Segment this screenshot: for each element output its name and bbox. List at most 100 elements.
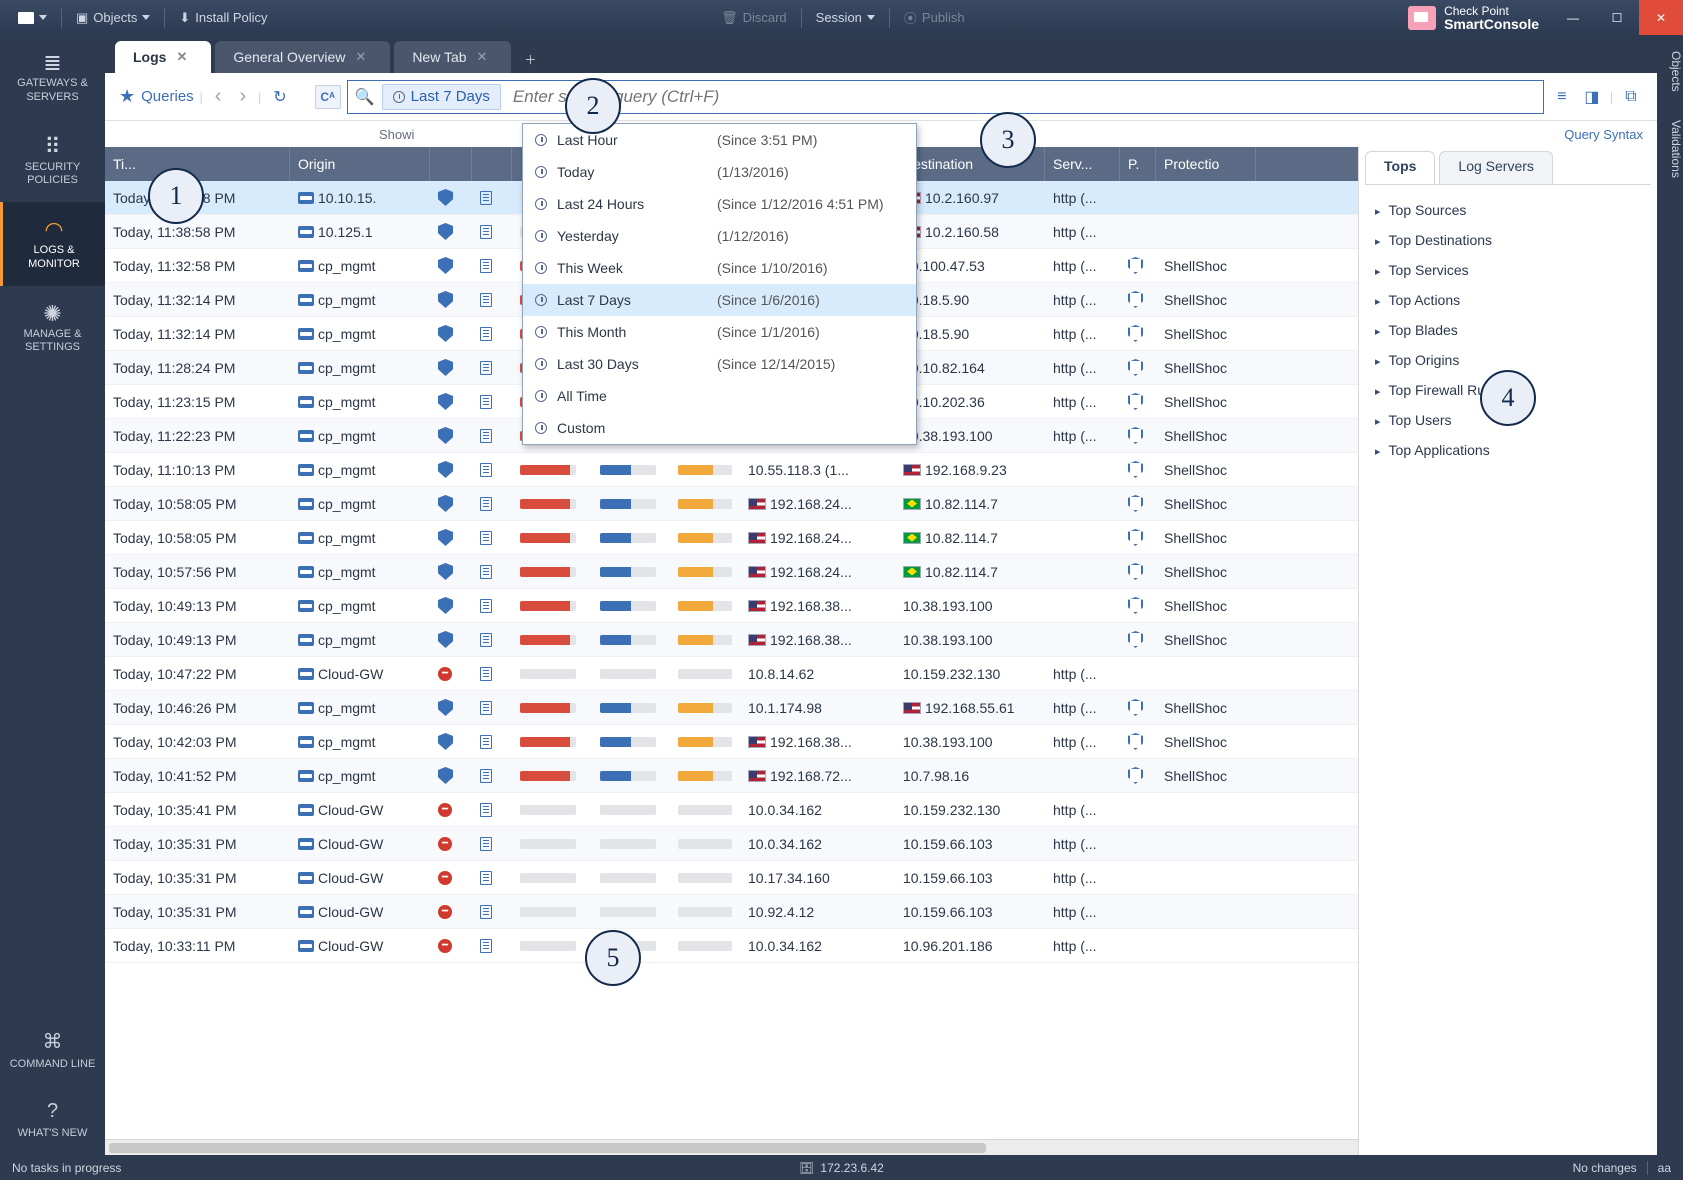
popout-icon[interactable]: ⧉ (1619, 85, 1643, 109)
flag-icon (748, 498, 766, 510)
block-icon: ━ (438, 803, 452, 817)
col-p[interactable]: P. (1120, 147, 1156, 181)
window-minimize[interactable]: — (1551, 0, 1595, 35)
col-protection[interactable]: Protectio (1156, 147, 1256, 181)
nav-manage[interactable]: ✺MANAGE & SETTINGS (0, 286, 105, 370)
shield-icon (438, 699, 453, 716)
new-tab-button[interactable]: ＋ (515, 45, 545, 73)
block-icon: ━ (438, 905, 452, 919)
rail-validations[interactable]: Validations (1657, 114, 1683, 184)
time-range-option[interactable]: Last 30 Days(Since 12/14/2015) (523, 348, 916, 380)
option-label: Last Hour (557, 132, 707, 148)
table-row[interactable]: Today, 10:35:31 PM Cloud-GW━10.0.34.1621… (105, 827, 1358, 861)
log-icon (480, 735, 492, 749)
tab-log-servers[interactable]: Log Servers (1439, 151, 1552, 184)
cmd-icon: ⌘ (38, 1030, 68, 1052)
session-menu[interactable]: Session (806, 0, 885, 35)
time-range-option[interactable]: Today(1/13/2016) (523, 156, 916, 188)
tops-item[interactable]: Top Blades (1365, 315, 1651, 345)
window-close[interactable]: ✕ (1639, 0, 1683, 35)
query-toolbar: ★ Queries | ‹ › | ↻ Cᴬ 🔍 Last 7 Days ≡ ◨… (105, 73, 1657, 121)
col-action[interactable] (472, 147, 512, 181)
rail-objects[interactable]: Objects (1657, 45, 1683, 98)
shield-icon (438, 495, 453, 512)
table-row[interactable]: Today, 10:49:13 PM cp_mgmt 192.168.38...… (105, 589, 1358, 623)
objects-menu[interactable]: ▣Objects (66, 0, 160, 35)
gateway-icon (298, 192, 314, 204)
shield-icon (438, 733, 453, 750)
refresh-button[interactable]: ↻ (267, 87, 292, 107)
view-list-icon[interactable]: ≡ (1550, 85, 1574, 109)
search-box: 🔍 Last 7 Days (347, 80, 1544, 114)
query-syntax-link[interactable]: Query Syntax (1564, 127, 1643, 142)
queries-link[interactable]: Queries (141, 88, 194, 105)
table-row[interactable]: Today, 10:35:41 PM Cloud-GW━10.0.34.1621… (105, 793, 1358, 827)
nav-whatsnew[interactable]: ?WHAT'S NEW (0, 1085, 105, 1155)
time-range-option[interactable]: Custom (523, 412, 916, 444)
tops-item[interactable]: Top Applications (1365, 435, 1651, 465)
table-row[interactable]: Today, 10:58:05 PM cp_mgmt 192.168.24...… (105, 487, 1358, 521)
table-row[interactable]: Today, 10:58:05 PM cp_mgmt 192.168.24...… (105, 521, 1358, 555)
table-row[interactable]: Today, 10:42:03 PM cp_mgmt 192.168.38...… (105, 725, 1358, 759)
window-maximize[interactable]: ☐ (1595, 0, 1639, 35)
status-changes: No changes (1573, 1161, 1637, 1175)
search-icon: 🔍 (348, 87, 382, 107)
nav-security[interactable]: ⠿SECURITY POLICIES (0, 119, 105, 203)
table-row[interactable]: Today, 10:41:52 PM cp_mgmt 192.168.72...… (105, 759, 1358, 793)
discard-button[interactable]: 🗑Discard (711, 0, 797, 35)
publish-icon: ⦿ (904, 8, 917, 27)
app-menu[interactable] (8, 0, 57, 35)
case-toggle[interactable]: Cᴬ (315, 85, 341, 109)
col-time[interactable]: Ti... (105, 147, 290, 181)
nav-forward[interactable]: › (233, 85, 252, 108)
col-service[interactable]: Serv... (1045, 147, 1120, 181)
nav-back[interactable]: ‹ (209, 85, 228, 108)
log-icon (480, 667, 492, 681)
time-range-option[interactable]: Last 24 Hours(Since 1/12/2016 4:51 PM) (523, 188, 916, 220)
option-label: Last 7 Days (557, 292, 707, 308)
table-row[interactable]: Today, 11:10:13 PM cp_mgmt10.55.118.3 (1… (105, 453, 1358, 487)
tab-general-overview[interactable]: General Overview✕ (215, 41, 390, 73)
time-range-option[interactable]: This Month(Since 1/1/2016) (523, 316, 916, 348)
close-icon[interactable]: ✕ (355, 49, 366, 65)
table-row[interactable]: Today, 10:47:22 PM Cloud-GW━10.8.14.6210… (105, 657, 1358, 691)
close-icon[interactable]: ✕ (477, 49, 488, 65)
grid-hscroll[interactable] (105, 1139, 1358, 1155)
tab-logs[interactable]: Logs✕ (115, 41, 211, 73)
time-range-option[interactable]: Yesterday(1/12/2016) (523, 220, 916, 252)
table-row[interactable]: Today, 10:35:31 PM Cloud-GW━10.92.4.1210… (105, 895, 1358, 929)
table-row[interactable]: Today, 10:35:31 PM Cloud-GW━10.17.34.160… (105, 861, 1358, 895)
time-range-option[interactable]: All Time (523, 380, 916, 412)
tab-new-tab[interactable]: New Tab✕ (394, 41, 511, 73)
nav-gateways[interactable]: ≣GATEWAYS & SERVERS (0, 35, 105, 119)
tab-tops[interactable]: Tops (1365, 151, 1435, 184)
view-detail-icon[interactable]: ◨ (1580, 85, 1604, 109)
time-range-option[interactable]: This Week(Since 1/10/2016) (523, 252, 916, 284)
flag-icon (748, 634, 766, 646)
nav-logs[interactable]: ◠LOGS & MONITOR (0, 202, 105, 286)
log-icon (480, 769, 492, 783)
shield-icon (438, 631, 453, 648)
log-icon (480, 191, 492, 205)
publish-button[interactable]: ⦿Publish (894, 0, 975, 35)
shield-icon (438, 393, 453, 410)
tops-item[interactable]: Top Actions (1365, 285, 1651, 315)
protection-icon (1128, 767, 1143, 784)
table-row[interactable]: Today, 10:46:26 PM cp_mgmt10.1.174.98 19… (105, 691, 1358, 725)
showing-label: Showi (379, 127, 414, 142)
tops-item[interactable]: Top Services (1365, 255, 1651, 285)
close-icon[interactable]: ✕ (176, 49, 187, 65)
time-range-option[interactable]: Last 7 Days(Since 1/6/2016) (523, 284, 916, 316)
search-input[interactable] (511, 81, 1543, 113)
tops-item[interactable]: Top Destinations (1365, 225, 1651, 255)
nav-cmd[interactable]: ⌘COMMAND LINE (0, 1016, 105, 1086)
col-blade[interactable] (430, 147, 472, 181)
table-row[interactable]: Today, 10:33:11 PM Cloud-GW━10.0.34.1621… (105, 929, 1358, 963)
brand-logo-icon (1408, 6, 1436, 30)
table-row[interactable]: Today, 10:57:56 PM cp_mgmt 192.168.24...… (105, 555, 1358, 589)
col-origin[interactable]: Origin (290, 147, 430, 181)
table-row[interactable]: Today, 10:49:13 PM cp_mgmt 192.168.38...… (105, 623, 1358, 657)
time-range-chip[interactable]: Last 7 Days (382, 84, 501, 110)
tops-item[interactable]: Top Sources (1365, 195, 1651, 225)
install-policy-button[interactable]: ⬇Install Policy (169, 0, 277, 35)
